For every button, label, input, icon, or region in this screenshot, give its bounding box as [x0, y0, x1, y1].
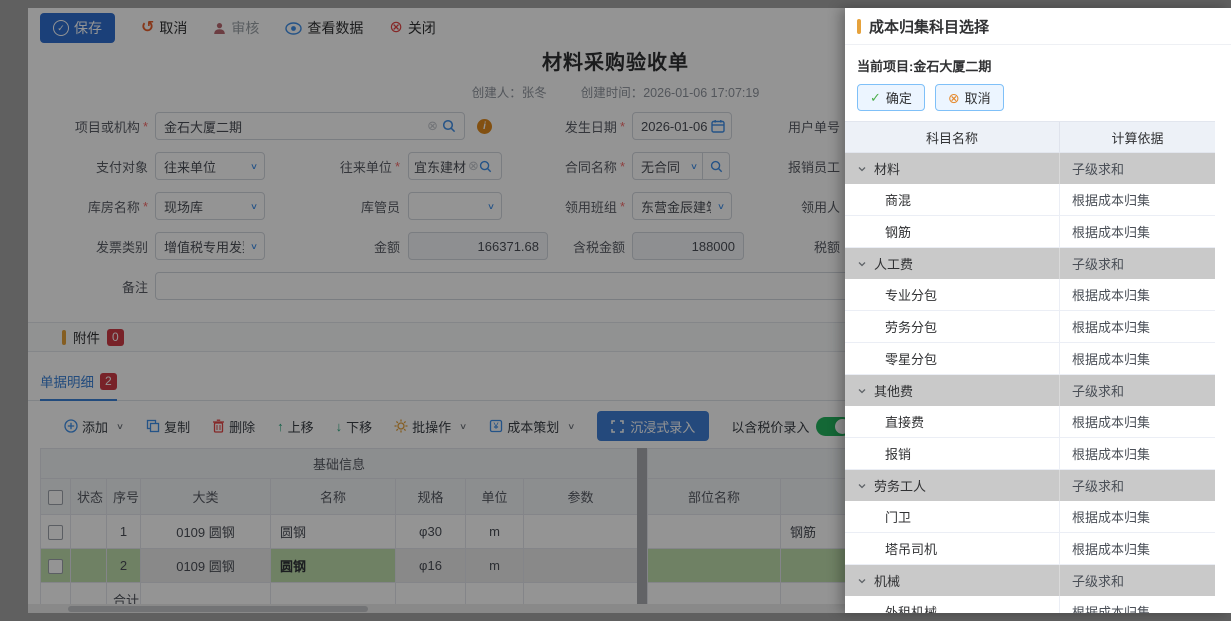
drawer-cancel-label: 取消 [965, 88, 991, 107]
confirm-button[interactable]: ✓ 确定 [857, 84, 925, 111]
calc-basis: 根据成本归集 [1060, 311, 1215, 342]
subject-name-cell[interactable]: 报销 [845, 438, 1060, 469]
subject-row[interactable]: 人工费 子级求和 [845, 248, 1215, 279]
subject-row[interactable]: 外租机械 根据成本归集 [845, 596, 1215, 613]
check-icon: ✓ [870, 90, 881, 106]
calc-basis: 根据成本归集 [1060, 216, 1215, 247]
subject-row[interactable]: 商混 根据成本归集 [845, 184, 1215, 216]
subject-row[interactable]: 报销 根据成本归集 [845, 438, 1215, 470]
subject-name-cell[interactable]: 其他费 [845, 375, 1060, 406]
subject-row[interactable]: 劳务工人 子级求和 [845, 470, 1215, 501]
subject-row[interactable]: 塔吊司机 根据成本归集 [845, 533, 1215, 565]
col-subject-name: 科目名称 [845, 122, 1060, 152]
subject-name: 门卫 [885, 507, 911, 526]
subject-table: 科目名称 计算依据 材料 子级求和 商混 根据成本归集 钢筋 根据成本归集 人工… [845, 121, 1215, 613]
chevron-down-icon[interactable] [857, 259, 867, 269]
confirm-label: 确定 [886, 88, 912, 107]
subject-name-cell[interactable]: 钢筋 [845, 216, 1060, 247]
chevron-down-icon[interactable] [857, 481, 867, 491]
subject-name-cell[interactable]: 劳务分包 [845, 311, 1060, 342]
calc-basis: 根据成本归集 [1060, 343, 1215, 374]
calc-basis: 子级求和 [1060, 375, 1215, 406]
subject-name-cell[interactable]: 商混 [845, 184, 1060, 215]
current-project-label: 当前项目: [857, 59, 913, 74]
subject-name-cell[interactable]: 零星分包 [845, 343, 1060, 374]
subject-name-cell[interactable]: 材料 [845, 153, 1060, 184]
subject-name: 直接费 [885, 412, 924, 431]
subject-name-cell[interactable]: 机械 [845, 565, 1060, 596]
drawer-cancel-button[interactable]: ⊗ 取消 [935, 84, 1004, 111]
subject-name: 劳务分包 [885, 317, 937, 336]
calc-basis: 根据成本归集 [1060, 279, 1215, 310]
subject-row[interactable]: 其他费 子级求和 [845, 375, 1215, 406]
calc-basis: 根据成本归集 [1060, 533, 1215, 564]
subject-name: 劳务工人 [874, 476, 926, 495]
subject-row[interactable]: 劳务分包 根据成本归集 [845, 311, 1215, 343]
subject-row[interactable]: 零星分包 根据成本归集 [845, 343, 1215, 375]
subject-name: 专业分包 [885, 285, 937, 304]
cost-subject-drawer: 成本归集科目选择 当前项目:金石大厦二期 ✓ 确定 ⊗ 取消 科目名称 计算依据… [845, 8, 1231, 613]
current-project: 当前项目:金石大厦二期 [845, 45, 1231, 75]
subject-name-cell[interactable]: 专业分包 [845, 279, 1060, 310]
drawer-header: 成本归集科目选择 [845, 8, 1231, 45]
subject-name: 机械 [874, 571, 900, 590]
subject-name-cell[interactable]: 直接费 [845, 406, 1060, 437]
calc-basis: 根据成本归集 [1060, 184, 1215, 215]
subject-name: 钢筋 [885, 222, 911, 241]
subject-row[interactable]: 直接费 根据成本归集 [845, 406, 1215, 438]
subject-row[interactable]: 门卫 根据成本归集 [845, 501, 1215, 533]
drawer-title: 成本归集科目选择 [869, 16, 989, 37]
chevron-down-icon[interactable] [857, 576, 867, 586]
section-accent-bar [857, 19, 861, 34]
app-root: ✓ 保存 ↺ 取消 审核 查看数据 ⊗ 关闭 材料采购验收单 [0, 0, 1231, 621]
close-circle-icon: ⊗ [948, 91, 960, 105]
subject-name: 零星分包 [885, 349, 937, 368]
subject-row[interactable]: 机械 子级求和 [845, 565, 1215, 596]
subject-row[interactable]: 材料 子级求和 [845, 153, 1215, 184]
calc-basis: 子级求和 [1060, 153, 1215, 184]
calc-basis: 子级求和 [1060, 248, 1215, 279]
calc-basis: 子级求和 [1060, 565, 1215, 596]
subject-name: 材料 [874, 159, 900, 178]
subject-name-cell[interactable]: 劳务工人 [845, 470, 1060, 501]
subject-name: 报销 [885, 444, 911, 463]
calc-basis: 根据成本归集 [1060, 438, 1215, 469]
subject-name-cell[interactable]: 人工费 [845, 248, 1060, 279]
subject-name-cell[interactable]: 外租机械 [845, 596, 1060, 613]
drawer-actions: ✓ 确定 ⊗ 取消 [845, 75, 1231, 121]
chevron-down-icon[interactable] [857, 386, 867, 396]
subject-name: 塔吊司机 [885, 539, 937, 558]
subject-name: 商混 [885, 190, 911, 209]
subject-row[interactable]: 专业分包 根据成本归集 [845, 279, 1215, 311]
subject-name-cell[interactable]: 塔吊司机 [845, 533, 1060, 564]
subject-table-body: 材料 子级求和 商混 根据成本归集 钢筋 根据成本归集 人工费 子级求和 专业分… [845, 153, 1215, 613]
col-calc-basis: 计算依据 [1060, 122, 1215, 152]
subject-name: 外租机械 [885, 602, 937, 613]
calc-basis: 根据成本归集 [1060, 406, 1215, 437]
calc-basis: 子级求和 [1060, 470, 1215, 501]
calc-basis: 根据成本归集 [1060, 596, 1215, 613]
subject-row[interactable]: 钢筋 根据成本归集 [845, 216, 1215, 248]
chevron-down-icon[interactable] [857, 164, 867, 174]
current-project-value: 金石大厦二期 [913, 59, 991, 74]
calc-basis: 根据成本归集 [1060, 501, 1215, 532]
subject-name: 其他费 [874, 381, 913, 400]
subject-name-cell[interactable]: 门卫 [845, 501, 1060, 532]
subject-table-header: 科目名称 计算依据 [845, 122, 1215, 153]
subject-name: 人工费 [874, 254, 913, 273]
